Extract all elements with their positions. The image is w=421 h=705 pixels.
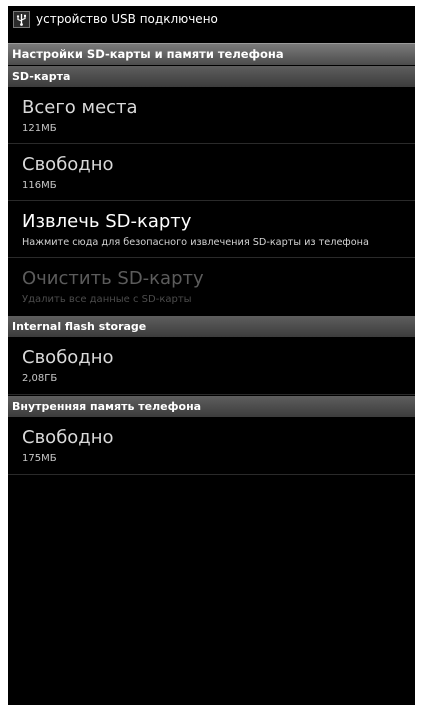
page-title: Настройки SD-карты и памяти телефона <box>8 43 415 65</box>
section-header-internal-memory: Внутренняя память телефона <box>8 396 415 417</box>
item-title: Очистить SD-карту <box>22 268 204 289</box>
item-title: Свободно <box>22 347 114 368</box>
section-header-sd-card: SD-карта <box>8 66 415 87</box>
item-title: Свободно <box>22 427 114 448</box>
item-summary: 175МБ <box>22 453 57 464</box>
unmount-sd-card-item[interactable]: Извлечь SD-карту Нажмите сюда для безопа… <box>8 201 415 258</box>
item-title: Извлечь SD-карту <box>22 211 192 232</box>
item-summary: Нажмите сюда для безопасного извлечения … <box>22 237 369 248</box>
item-summary: Удалить все данные с SD-карты <box>22 294 192 305</box>
item-title: Всего места <box>22 97 138 118</box>
settings-screen: устройство USB подключено Настройки SD-к… <box>8 6 415 705</box>
section-header-internal-flash: Internal flash storage <box>8 316 415 337</box>
total-space-item[interactable]: Всего места 121МБ <box>8 87 415 144</box>
usb-icon <box>13 11 30 28</box>
status-bar[interactable]: устройство USB подключено <box>8 6 415 43</box>
item-summary: 121МБ <box>22 123 57 134</box>
item-summary: 2,08ГБ <box>22 373 58 384</box>
sd-free-space-item[interactable]: Свободно 116МБ <box>8 144 415 201</box>
item-title: Свободно <box>22 154 114 175</box>
flash-free-space-item[interactable]: Свободно 2,08ГБ <box>8 337 415 395</box>
phone-free-space-item[interactable]: Свободно 175МБ <box>8 417 415 475</box>
item-summary: 116МБ <box>22 180 57 191</box>
format-sd-card-item: Очистить SD-карту Удалить все данные с S… <box>8 258 415 315</box>
status-notification-text: устройство USB подключено <box>36 12 218 26</box>
